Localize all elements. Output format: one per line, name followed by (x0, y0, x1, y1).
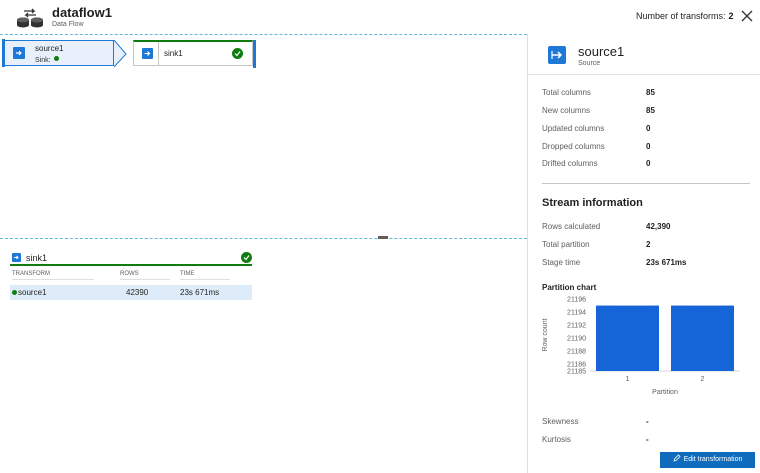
flow-canvas[interactable]: source1 Sink: sink1 (0, 34, 527, 239)
stat-value: 0 (646, 142, 651, 151)
extra-value: - (646, 417, 649, 426)
table-row[interactable]: source1 42390 23s 671ms (10, 285, 252, 300)
stat-value: 85 (646, 88, 655, 97)
sink-node-name: sink1 (164, 49, 183, 58)
extra-label: Kurtosis (542, 435, 571, 444)
y-tick-label: 21190 (567, 336, 586, 343)
source-node-name: source1 (35, 44, 64, 53)
stat-label: Dropped columns (542, 142, 605, 151)
panel-subtitle: Source (578, 60, 601, 67)
sink-icon (142, 48, 153, 59)
source-icon (548, 46, 566, 64)
stream-value: 2 (646, 240, 651, 249)
y-tick-label: 21186 (567, 362, 586, 369)
sink-monitor-panel: sink1 TRANSFORM ROWS TIME source1 42390 … (10, 250, 252, 300)
y-axis-label: Row count (542, 318, 549, 351)
edit-button-label: Edit transformation (683, 456, 743, 463)
row-transform: source1 (18, 288, 47, 297)
sink-panel-title: sink1 (26, 253, 48, 263)
stream-value: 42,390 (646, 222, 671, 231)
sink-panel-header: sink1 (10, 250, 252, 266)
divider (542, 183, 750, 184)
source-icon (13, 47, 25, 59)
connector-arrow (114, 40, 127, 68)
panel-title: source1 (578, 44, 625, 59)
splitter-handle[interactable] (378, 236, 388, 239)
source-node[interactable]: source1 Sink: (2, 39, 114, 67)
selection-bar (253, 40, 256, 68)
transforms-label: Number of transforms: (636, 11, 726, 21)
column-header: TIME (180, 271, 230, 280)
x-tick-label: 1 (626, 376, 630, 383)
row-time: 23s 671ms (180, 288, 220, 297)
stream-info-title: Stream information (542, 197, 643, 209)
stat-label: Updated columns (542, 124, 605, 133)
transforms-value: 2 (728, 11, 734, 21)
y-tick-label: 21185 (567, 369, 586, 376)
transforms-count: Number of transforms: 2 (636, 11, 734, 21)
stream-label: Total partition (542, 240, 590, 249)
stream-value: 23s 671ms (646, 258, 687, 267)
status-dot (12, 290, 17, 295)
node-divider (158, 42, 159, 66)
x-tick-label: 2 (701, 376, 705, 383)
y-tick-label: 21196 (567, 297, 586, 304)
close-icon[interactable] (740, 9, 754, 23)
stat-label: Total columns (542, 88, 591, 97)
column-header: TRANSFORM (12, 271, 94, 280)
y-tick-label: 21188 (567, 349, 586, 356)
pane-splitter (0, 238, 527, 239)
selection-bar (2, 39, 5, 67)
stream-label: Stage time (542, 258, 581, 267)
dataflow-icon (17, 8, 43, 28)
chart-title: Partition chart (542, 283, 597, 292)
extra-value: - (646, 435, 649, 444)
sink-node[interactable]: sink1 (133, 40, 256, 68)
header: dataflow1 Data Flow Number of transforms… (0, 0, 760, 34)
table-header: TRANSFORM ROWS TIME (10, 266, 252, 282)
status-dot (53, 56, 59, 61)
stat-value: 85 (646, 106, 655, 115)
success-check-icon (241, 252, 252, 263)
extra-label: Skewness (542, 417, 579, 426)
column-header: ROWS (120, 271, 170, 280)
row-rows: 42390 (126, 288, 149, 297)
stat-value: 0 (646, 159, 651, 168)
page-subtitle: Data Flow (52, 21, 84, 28)
edit-transformation-button[interactable]: Edit transformation (660, 452, 755, 468)
success-check-icon (232, 48, 243, 59)
pencil-icon (673, 454, 681, 462)
page-title: dataflow1 (52, 5, 112, 20)
details-panel: source1 Source Total columns 85 New colu… (528, 34, 760, 473)
source-node-sub: Sink: (35, 56, 59, 64)
stream-label: Rows calculated (542, 222, 601, 231)
source-node-sub-label: Sink: (35, 57, 51, 64)
bar (671, 305, 734, 371)
partition-chart: 21196 21194 21192 21190 21188 2118621185 1 2 Par… (542, 297, 740, 396)
stat-label: Drifted columns (542, 159, 598, 168)
stat-value: 0 (646, 124, 651, 133)
stat-label: New columns (542, 106, 591, 115)
sink-icon (12, 253, 21, 262)
x-axis-label: Partition (652, 389, 678, 396)
divider (528, 74, 760, 75)
y-tick-label: 21194 (567, 310, 586, 317)
y-tick-label: 21192 (567, 323, 586, 330)
bar (596, 305, 659, 371)
